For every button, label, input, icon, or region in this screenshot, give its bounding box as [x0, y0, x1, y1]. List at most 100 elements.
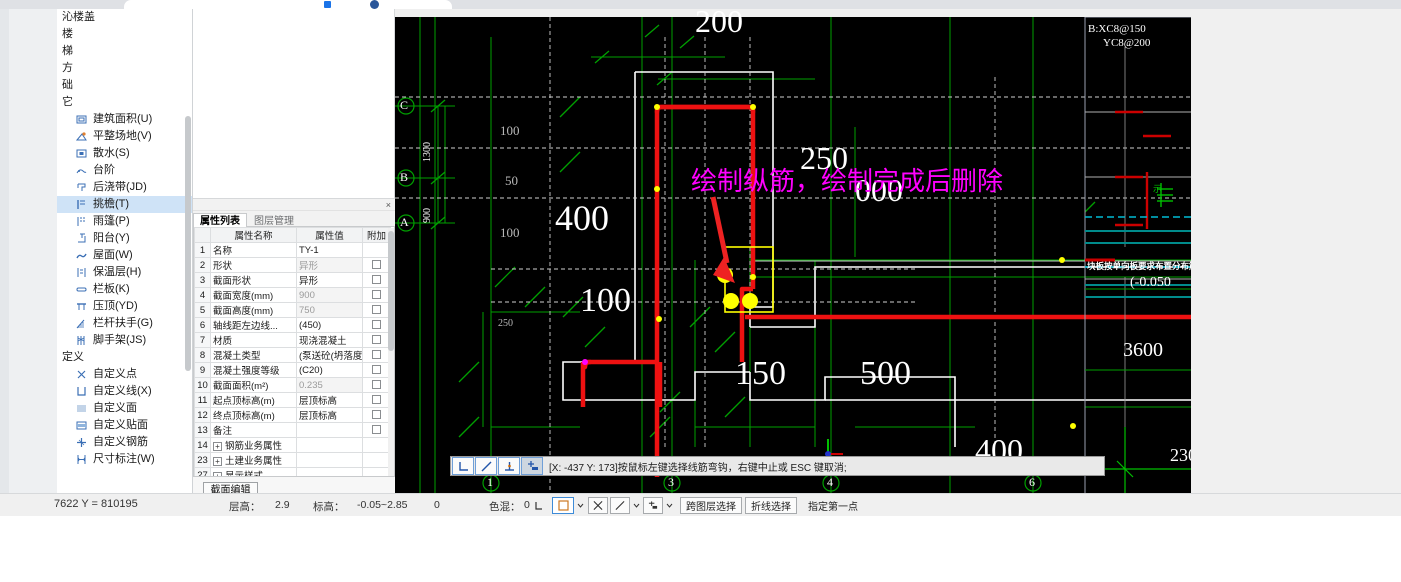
- tree-group-5[interactable]: 它: [57, 94, 192, 111]
- property-row[interactable]: 4 截面宽度(mm) 900: [194, 287, 391, 303]
- attach-checkbox[interactable]: [372, 290, 381, 300]
- line-select-icon[interactable]: [610, 497, 630, 514]
- polyline-select-button[interactable]: 折线选择: [745, 497, 797, 514]
- property-row[interactable]: 7 材质 现浇混凝土: [194, 332, 391, 348]
- property-value[interactable]: [296, 437, 363, 453]
- line-icon[interactable]: [475, 457, 497, 475]
- property-value[interactable]: [296, 422, 363, 438]
- property-value[interactable]: 现浇混凝土: [296, 332, 363, 348]
- tree-item-0[interactable]: 建筑面积(U): [57, 111, 192, 128]
- point-snap-icon[interactable]: [643, 497, 663, 514]
- property-attach[interactable]: [362, 452, 391, 468]
- property-value[interactable]: 异形: [296, 272, 363, 288]
- element-tree-panel[interactable]: 沁楼盖楼梯方础它建筑面积(U) 平整场地(V) 散水(S) 台阶 后浇带(JD) 挑檐(T…: [57, 9, 193, 493]
- property-attach[interactable]: [362, 362, 391, 378]
- tree-custom-item-0[interactable]: 自定义点: [57, 366, 192, 383]
- properties-scrollbar-thumb[interactable]: [388, 231, 394, 351]
- tree-item-4[interactable]: 后浇带(JD): [57, 179, 192, 196]
- tree-item-11[interactable]: 压顶(YD): [57, 298, 192, 315]
- property-row[interactable]: 8混凝土类型(泵送砼(坍落度...: [194, 347, 391, 363]
- property-row[interactable]: 14 + 钢筋业务属性: [194, 437, 391, 453]
- property-attach[interactable]: [362, 392, 391, 408]
- cad-drawing-area[interactable]: 4001001505002500004002003600230100501002…: [395, 9, 1191, 493]
- cad-command-bar[interactable]: [X: -437 Y: 173]按鼠标左键选择线筋弯钩，右键中止或 ESC 键取…: [450, 456, 1105, 476]
- cancel-select-icon[interactable]: [588, 497, 608, 514]
- property-row[interactable]: 11 起点顶标高(m) 层顶标高: [194, 392, 391, 408]
- browser-profile-icon[interactable]: [370, 0, 379, 9]
- properties-grid[interactable]: 属性名称 属性值 附加 1 名称 TY-1 2 形状 异形 3 截面形状 异形 4 截面宽度(mm)…: [193, 227, 395, 477]
- chevron-down-icon-2[interactable]: [632, 497, 641, 514]
- property-attach[interactable]: [362, 272, 391, 288]
- tree-group-3[interactable]: 方: [57, 60, 192, 77]
- attach-checkbox[interactable]: [372, 425, 381, 435]
- attach-checkbox[interactable]: [372, 380, 381, 390]
- property-attach[interactable]: [362, 407, 391, 423]
- tree-custom-item-1[interactable]: 自定义线(X): [57, 383, 192, 400]
- property-attach[interactable]: [362, 467, 391, 476]
- tree-item-12[interactable]: 栏杆扶手(G): [57, 315, 192, 332]
- tree-item-13[interactable]: 脚手架(JS): [57, 332, 192, 349]
- attach-checkbox[interactable]: [372, 365, 381, 375]
- close-icon[interactable]: ×: [386, 199, 391, 211]
- property-value[interactable]: (C20): [296, 362, 363, 378]
- tree-scrollbar[interactable]: [185, 116, 191, 371]
- property-value[interactable]: 层顶标高: [296, 407, 363, 423]
- attach-checkbox[interactable]: [372, 395, 381, 405]
- tree-item-10[interactable]: 栏板(K): [57, 281, 192, 298]
- tree-group-1[interactable]: 楼: [57, 26, 192, 43]
- tree-item-7[interactable]: 阳台(Y): [57, 230, 192, 247]
- property-value[interactable]: (450): [296, 317, 363, 333]
- property-row[interactable]: 13 备注: [194, 422, 391, 438]
- property-attach[interactable]: [362, 257, 391, 273]
- property-row[interactable]: 9 混凝土强度等级 (C20): [194, 362, 391, 378]
- tree-group-0[interactable]: 沁楼盖: [57, 9, 192, 26]
- region-select-icon[interactable]: [552, 497, 574, 514]
- property-attach[interactable]: [362, 332, 391, 348]
- property-attach[interactable]: [362, 422, 391, 438]
- attach-checkbox[interactable]: [372, 350, 381, 360]
- row-expander[interactable]: +: [213, 456, 222, 466]
- ortho-icon[interactable]: [452, 457, 474, 475]
- browser-tab[interactable]: [124, 0, 452, 9]
- tree-custom-item-2[interactable]: 自定义面: [57, 400, 192, 417]
- cross-layer-select-button[interactable]: 跨图层选择: [680, 497, 742, 514]
- attach-checkbox[interactable]: [372, 335, 381, 345]
- property-value[interactable]: [296, 452, 363, 468]
- row-expander[interactable]: +: [213, 441, 222, 451]
- property-value[interactable]: 0.235: [296, 377, 363, 393]
- property-row[interactable]: 3 截面形状 异形: [194, 272, 391, 288]
- property-row[interactable]: 2 形状 异形: [194, 257, 391, 273]
- snap-icon[interactable]: [521, 457, 543, 475]
- element-tree[interactable]: 沁楼盖楼梯方础它建筑面积(U) 平整场地(V) 散水(S) 台阶 后浇带(JD) 挑檐(T…: [57, 9, 192, 493]
- property-attach[interactable]: [362, 347, 391, 363]
- attach-checkbox[interactable]: [372, 320, 381, 330]
- properties-tabs[interactable]: 属性列表 图层管理: [193, 211, 395, 229]
- property-attach[interactable]: [362, 242, 391, 258]
- row-expander[interactable]: +: [213, 471, 222, 476]
- property-value[interactable]: 750: [296, 302, 363, 318]
- tree-group-4[interactable]: 础: [57, 77, 192, 94]
- attach-checkbox[interactable]: [372, 410, 381, 420]
- attach-checkbox[interactable]: [372, 305, 381, 315]
- tree-item-6[interactable]: 雨篷(P): [57, 213, 192, 230]
- property-row[interactable]: 23 + 土建业务属性: [194, 452, 391, 468]
- property-attach[interactable]: [362, 302, 391, 318]
- cad-canvas[interactable]: 4001001505002500004002003600230100501002…: [395, 9, 1191, 493]
- property-value[interactable]: TY-1: [296, 242, 363, 258]
- property-row[interactable]: 10 截面面积(m²) 0.235: [194, 377, 391, 393]
- property-row[interactable]: 1 名称 TY-1: [194, 242, 391, 258]
- attach-checkbox[interactable]: [372, 260, 381, 270]
- property-value[interactable]: (泵送砼(坍落度...: [296, 347, 363, 363]
- tree-item-8[interactable]: 屋面(W): [57, 247, 192, 264]
- tree-group-custom[interactable]: 定义: [57, 349, 192, 366]
- tree-item-1[interactable]: 平整场地(V): [57, 128, 192, 145]
- chevron-down-icon-3[interactable]: [665, 497, 674, 514]
- chevron-down-icon[interactable]: [576, 497, 585, 514]
- tree-custom-item-4[interactable]: 自定义钢筋: [57, 434, 192, 451]
- attach-checkbox[interactable]: [372, 275, 381, 285]
- property-row[interactable]: 5 截面高度(mm) 750: [194, 302, 391, 318]
- property-row[interactable]: 12 终点顶标高(m) 层顶标高: [194, 407, 391, 423]
- perpendicular-icon[interactable]: [498, 457, 520, 475]
- property-attach[interactable]: [362, 287, 391, 303]
- property-value[interactable]: 层顶标高: [296, 392, 363, 408]
